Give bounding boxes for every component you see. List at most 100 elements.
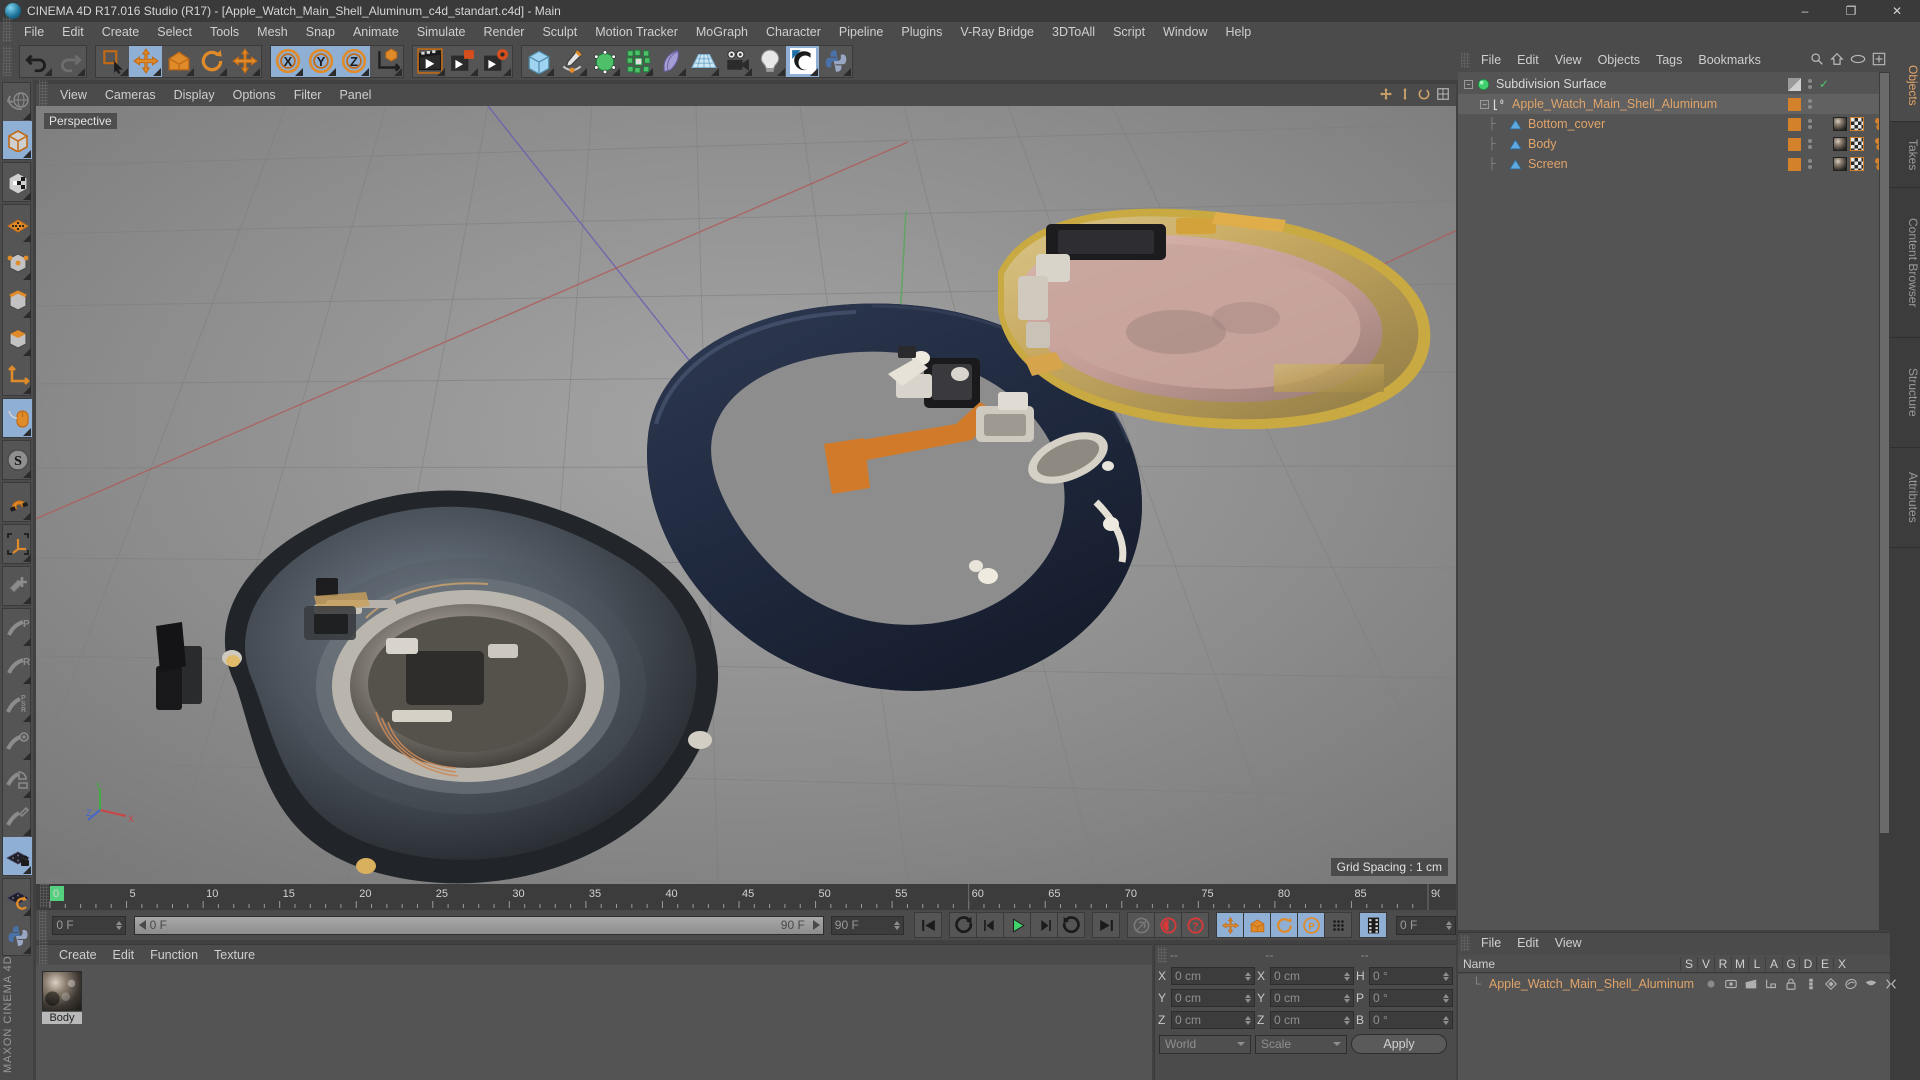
object-axis-button[interactable] <box>3 357 32 395</box>
move-tool-button[interactable] <box>129 45 162 77</box>
attribute-column-v[interactable]: V <box>1697 956 1714 971</box>
expand-collapse-icon[interactable]: − <box>1480 99 1489 109</box>
lock-x-axis-button[interactable]: X <box>271 45 304 77</box>
material-menu-item-create[interactable]: Create <box>51 945 105 965</box>
menu-item-plugins[interactable]: Plugins <box>892 22 951 42</box>
flyout-corner-icon[interactable] <box>23 676 31 684</box>
menu-item-file[interactable]: File <box>15 22 53 42</box>
redo-button[interactable] <box>53 46 86 77</box>
menu-item-help[interactable]: Help <box>1217 22 1261 42</box>
material-tag-icon[interactable] <box>1833 157 1847 171</box>
object-visibility-swatch[interactable] <box>1788 97 1801 111</box>
flyout-corner-icon[interactable] <box>23 272 31 280</box>
undo-button[interactable] <box>20 46 53 77</box>
flyout-corner-icon[interactable] <box>23 828 31 836</box>
transport-grip-handle[interactable] <box>39 910 48 940</box>
spinner[interactable] <box>1344 971 1350 981</box>
planar-workplane-button[interactable] <box>3 879 32 917</box>
apply-button[interactable]: Apply <box>1351 1034 1447 1054</box>
frame-slider[interactable]: 0 F 90 F <box>133 915 824 935</box>
position-z-field[interactable]: 0 cm <box>1171 1011 1255 1029</box>
scale-ring-tool-button[interactable] <box>3 723 32 761</box>
flyout-corner-icon[interactable] <box>394 67 402 76</box>
rotation-p-field[interactable]: 0 ° <box>1369 989 1453 1007</box>
render-film-icon[interactable] <box>1742 977 1759 991</box>
points-mode-button[interactable] <box>3 243 32 281</box>
flyout-corner-icon[interactable] <box>843 67 851 76</box>
attribute-column-l[interactable]: L <box>1748 956 1765 971</box>
menu-item-create[interactable]: Create <box>93 22 149 42</box>
object-grip-handle[interactable] <box>1461 52 1470 68</box>
end-frame-spinner[interactable] <box>894 920 900 930</box>
flyout-corner-icon[interactable] <box>777 67 785 76</box>
move-view-icon[interactable] <box>1379 87 1393 104</box>
object-visibility-swatch[interactable] <box>1788 77 1801 91</box>
size-y-field[interactable]: 0 cm <box>1270 989 1354 1007</box>
minimize-button[interactable]: – <box>1782 0 1828 22</box>
magnet-button[interactable] <box>3 483 32 521</box>
parametric-tool-button[interactable] <box>3 761 32 799</box>
object-visibility-dots[interactable] <box>1807 119 1813 129</box>
python-script-button[interactable] <box>819 46 852 77</box>
content-browser-button[interactable] <box>786 45 819 77</box>
xref-icon[interactable] <box>1882 977 1899 991</box>
flyout-corner-icon[interactable] <box>23 866 31 874</box>
size-x-field[interactable]: 0 cm <box>1270 967 1354 985</box>
right-frame-field[interactable]: 0 F <box>1396 915 1456 935</box>
enable-axis-button[interactable]: S <box>3 441 32 479</box>
timeline-mode-button[interactable] <box>1359 912 1387 938</box>
flyout-corner-icon[interactable] <box>23 512 31 520</box>
lock-y-axis-button[interactable]: Y <box>304 45 337 77</box>
add-deformer-button[interactable] <box>654 46 687 77</box>
size-mode-dropdown[interactable]: Scale <box>1255 1034 1347 1054</box>
viewport-menu-item-display[interactable]: Display <box>165 84 224 106</box>
attribute-column-m[interactable]: M <box>1731 956 1748 971</box>
lock-workplane-button[interactable] <box>3 837 32 875</box>
edges-mode-button[interactable] <box>3 281 32 319</box>
undo-view-button[interactable] <box>3 83 32 121</box>
spinner[interactable] <box>1245 1015 1251 1025</box>
attribute-column-name[interactable]: Name <box>1458 957 1680 971</box>
size-z-field[interactable]: 0 cm <box>1270 1011 1354 1029</box>
uvw-tag-icon[interactable] <box>1850 117 1864 131</box>
solo-dot-icon[interactable] <box>1702 977 1719 991</box>
menu-item-v-ray-bridge[interactable]: V-Ray Bridge <box>951 22 1043 42</box>
select-tool-button[interactable] <box>96 46 129 77</box>
model-mode-button[interactable] <box>3 121 32 159</box>
material-list[interactable]: Body <box>36 965 1152 1080</box>
flyout-corner-icon[interactable] <box>23 386 31 394</box>
keyframe-selection-button[interactable]: ? <box>1181 912 1209 938</box>
flyout-corner-icon[interactable] <box>186 67 194 76</box>
attribute-menu-item-edit[interactable]: Edit <box>1509 933 1547 953</box>
side-tab-attributes[interactable]: Attributes <box>1890 448 1920 548</box>
flyout-corner-icon[interactable] <box>328 67 336 76</box>
side-tab-structure[interactable]: Structure <box>1890 338 1920 448</box>
uvw-tag-icon[interactable] <box>1850 157 1864 171</box>
side-tab-content-browser[interactable]: Content Browser <box>1890 188 1920 338</box>
flyout-corner-icon[interactable] <box>744 67 752 76</box>
flyout-corner-icon[interactable] <box>678 67 686 76</box>
spinner[interactable] <box>1245 993 1251 1003</box>
object-tree-scrollbar-v[interactable] <box>1879 72 1890 930</box>
viewport-solo-button[interactable] <box>3 399 32 437</box>
attribute-column-g[interactable]: G <box>1782 956 1799 971</box>
position-tool-button[interactable]: P <box>3 609 32 647</box>
step-forward-button[interactable] <box>1030 912 1058 938</box>
toolbar-grip-handle[interactable] <box>3 46 12 76</box>
position-y-field[interactable]: 0 cm <box>1171 989 1255 1007</box>
menu-item-tools[interactable]: Tools <box>201 22 248 42</box>
faces-mode-button[interactable] <box>3 319 32 357</box>
end-frame-field[interactable]: 90 F <box>830 915 904 935</box>
go-to-start-button[interactable] <box>914 912 942 938</box>
texture-mode-button[interactable] <box>3 163 32 201</box>
side-tab-takes[interactable]: Takes <box>1890 122 1920 188</box>
add-generator-button[interactable] <box>588 46 621 77</box>
parameter-key-button[interactable]: P <box>1297 912 1325 938</box>
flyout-corner-icon[interactable] <box>23 638 31 646</box>
menu-item-pipeline[interactable]: Pipeline <box>830 22 892 42</box>
position-x-field[interactable]: 0 cm <box>1171 967 1255 985</box>
eye-icon[interactable] <box>1850 53 1866 68</box>
viewport-menu-item-filter[interactable]: Filter <box>285 84 331 106</box>
close-button[interactable]: ✕ <box>1874 0 1920 22</box>
flyout-corner-icon[interactable] <box>23 908 31 916</box>
